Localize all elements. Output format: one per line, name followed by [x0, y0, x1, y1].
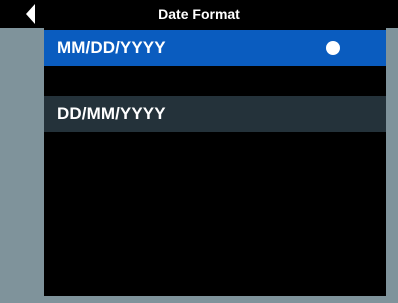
date-format-option-label: MM/DD/YYYY — [57, 38, 166, 57]
page-title: Date Format — [158, 6, 240, 22]
date-format-list: MM/DD/YYYY DD/MM/YYYY — [44, 28, 386, 296]
selected-dot-icon — [326, 41, 340, 55]
back-arrow-icon[interactable] — [24, 3, 38, 25]
header-bar: Date Format — [0, 0, 398, 28]
back-arrow-polygon — [26, 4, 35, 24]
back-arrow-shape — [26, 4, 35, 24]
date-format-option-mm-dd-yyyy[interactable]: MM/DD/YYYY — [44, 30, 386, 66]
date-format-option-dd-mm-yyyy[interactable]: DD/MM/YYYY — [44, 96, 386, 132]
back-button[interactable] — [0, 0, 44, 28]
date-format-option-label: DD/MM/YYYY — [57, 104, 166, 123]
date-format-screen: Date Format MM/DD/YYYY DD/MM/YYYY — [0, 0, 398, 303]
